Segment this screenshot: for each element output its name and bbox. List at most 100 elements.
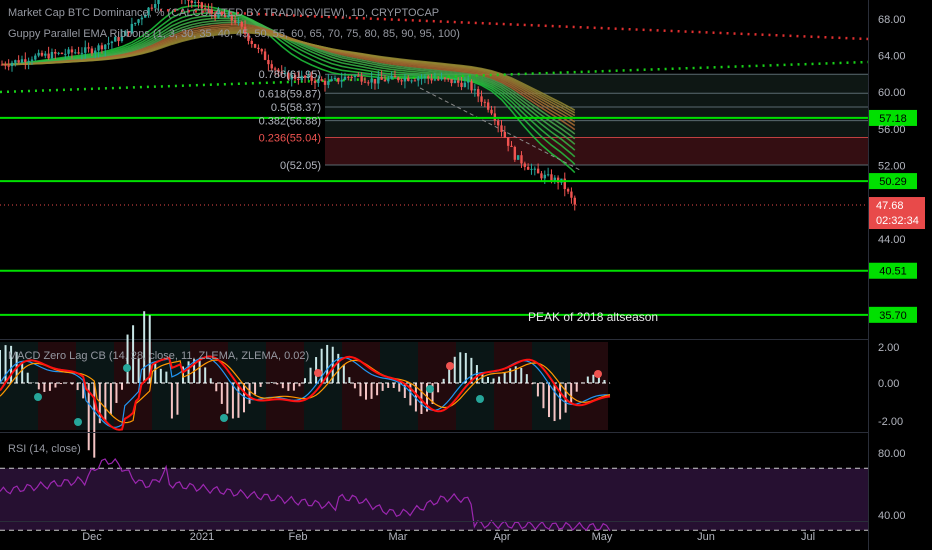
rsi-indicator [0,458,868,532]
candle-body [373,79,377,84]
macd-histogram-bar [159,368,162,383]
macd-histogram-bar [353,383,356,389]
fib-label: 0.382(56.88) [259,116,321,128]
candle-body [353,75,357,77]
fib-label: 0.236(55.04) [259,133,321,145]
candle-body [134,22,137,24]
candle-body [74,52,77,54]
macd-histogram-bar [370,383,373,399]
macd-histogram-bar [292,383,295,391]
candle-body [64,53,67,55]
macd-histogram-bar [48,383,51,391]
price-tick: 64.00 [878,50,906,62]
rsi-title: RSI (14, close) [8,443,81,455]
candle-body [37,52,40,56]
macd-histogram-bar [109,383,112,415]
macd-histogram-bar [398,383,401,392]
candle-body [90,48,94,54]
macd-histogram-bar [54,383,57,388]
candle-body [350,76,353,78]
candle-body [44,53,47,56]
candle-body [80,52,84,54]
macd-histogram-bar [187,361,190,383]
macd-bg-band [494,342,532,430]
macd-axis[interactable]: 2.00 0.00 -2.00 [878,342,903,428]
candle-body [573,197,576,205]
candle-body [447,78,450,80]
time-axis[interactable]: Dec 2021 Feb Mar Apr May Jun Jul [82,531,815,543]
fib-label: 0.5(58.37) [271,102,321,114]
macd-histogram-bar [365,383,367,400]
level-price-label: 40.51 [879,266,907,278]
candle-body [463,82,467,87]
time-tick: May [592,531,613,543]
macd-histogram-bar [348,377,351,383]
candle-body [393,75,397,78]
price-tick: 44.00 [878,234,906,246]
macd-histogram-bar [26,372,29,383]
macd-histogram-bar [298,383,301,387]
candle-body [407,77,410,81]
candle-body [516,155,520,160]
ema-title: Guppy Parallel EMA Ribbons (1, 3, 30, 35… [8,28,460,40]
candle-body [476,89,480,97]
macd-histogram-bar [453,356,456,383]
candle-body [380,77,383,80]
candle-body [543,174,546,179]
candle-body [453,80,457,84]
candle-body [450,78,453,84]
candle-body [536,168,540,174]
candle-body [237,21,240,23]
candle-body [400,80,403,82]
candle-body [323,80,327,85]
price-axis[interactable]: 57.1850.2940.5135.7068.0064.0060.0056.00… [869,14,925,323]
macd-histogram-bar [165,371,168,383]
macd-signal-dot [446,362,454,370]
candle-body [260,49,263,52]
candle-body [4,64,7,66]
candle-body [337,77,340,82]
macd-histogram-bar [170,383,173,419]
macd-histogram-bar [559,383,562,420]
macd-histogram-bar [121,383,123,390]
candle-body [47,53,50,59]
macd-histogram-bar [21,361,24,383]
candle-body [190,0,194,3]
macd-bg-band [418,342,456,430]
rsi-axis[interactable]: 80.00 40.00 [878,448,906,522]
level-price-label: 50.29 [879,176,907,188]
macd-histogram-bar [60,383,62,385]
macd-histogram-bar [376,383,379,396]
main-title: Market Cap BTC Dominance, % (CALCULATED … [8,7,439,19]
candle-body [67,49,70,54]
macd-histogram-bar [143,311,146,383]
macd-histogram-bar [381,383,384,391]
candle-body [84,47,87,53]
candle-body [240,21,243,27]
candle-body [427,76,430,79]
macd-histogram-bar [498,376,501,383]
candle-body [520,155,523,164]
candle-body [546,174,550,176]
macd-histogram-bar [43,383,46,392]
candle-body [367,82,370,84]
candle-body [100,45,104,50]
candle-body [483,101,487,103]
price-tick: 60.00 [878,87,906,99]
candle-body [467,81,470,83]
candle-body [437,79,440,81]
price-chart[interactable]: 0.786(61.95) 0.618(59.87) 0.5(58.37) 0.382(… [0,0,932,550]
macd-bg-band [570,342,608,430]
macd-histogram-bar [492,378,495,383]
price-tick: 56.00 [878,124,906,136]
candle-body [87,47,90,49]
candle-body [506,137,510,146]
macd-histogram-bar [442,378,445,383]
candle-body [347,76,350,78]
candle-body [34,55,37,60]
macd-histogram-bar [553,383,556,422]
countdown-label: 02:32:34 [876,215,919,227]
candle-body [7,65,10,67]
candle-body [443,77,447,79]
candle-body [387,78,390,82]
